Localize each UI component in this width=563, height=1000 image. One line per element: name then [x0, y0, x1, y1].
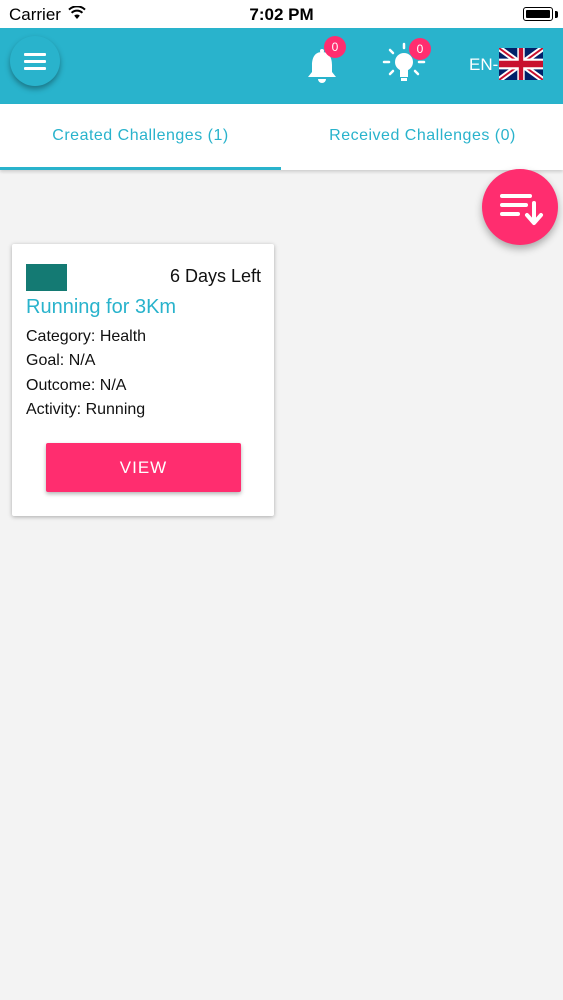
- challenge-thumbnail: [26, 264, 67, 291]
- notifications-button[interactable]: 0: [305, 36, 346, 86]
- challenge-activity: Activity: Running: [26, 401, 146, 418]
- uk-flag-icon[interactable]: [499, 48, 543, 80]
- tips-button[interactable]: 0: [381, 38, 431, 86]
- view-challenge-button[interactable]: VIEW: [46, 443, 241, 492]
- app-bar: 0 0 EN-: [0, 28, 563, 104]
- sort-button[interactable]: [482, 169, 558, 245]
- language-label[interactable]: EN-: [469, 55, 498, 75]
- challenge-goal: Goal: N/A: [26, 352, 96, 369]
- challenge-tabs: Created Challenges (1) Received Challeng…: [0, 104, 563, 170]
- tab-received-challenges[interactable]: Received Challenges (0): [282, 104, 563, 170]
- battery-icon: [523, 7, 553, 21]
- days-left-label: 6 Days Left: [169, 266, 261, 286]
- hamburger-icon-line: [24, 67, 46, 70]
- tips-badge: 0: [409, 38, 431, 60]
- sort-descending-icon: [500, 194, 543, 225]
- challenge-category: Category: Health: [26, 328, 147, 345]
- menu-button[interactable]: [10, 36, 60, 86]
- tab-created-challenges[interactable]: Created Challenges (1): [0, 104, 281, 170]
- hamburger-icon-line: [24, 53, 46, 56]
- battery-tip: [555, 11, 558, 18]
- challenge-outcome: Outcome: N/A: [26, 377, 127, 394]
- hamburger-icon-line: [24, 60, 46, 63]
- status-time: 7:02 PM: [249, 5, 314, 24]
- challenge-title: Running for 3Km: [26, 296, 177, 318]
- status-bar: Carrier 7:02 PM: [0, 0, 563, 28]
- challenge-card: 6 Days Left Running for 3Km Category: He…: [12, 244, 274, 516]
- active-tab-indicator: [0, 167, 281, 170]
- notifications-badge: 0: [324, 36, 346, 58]
